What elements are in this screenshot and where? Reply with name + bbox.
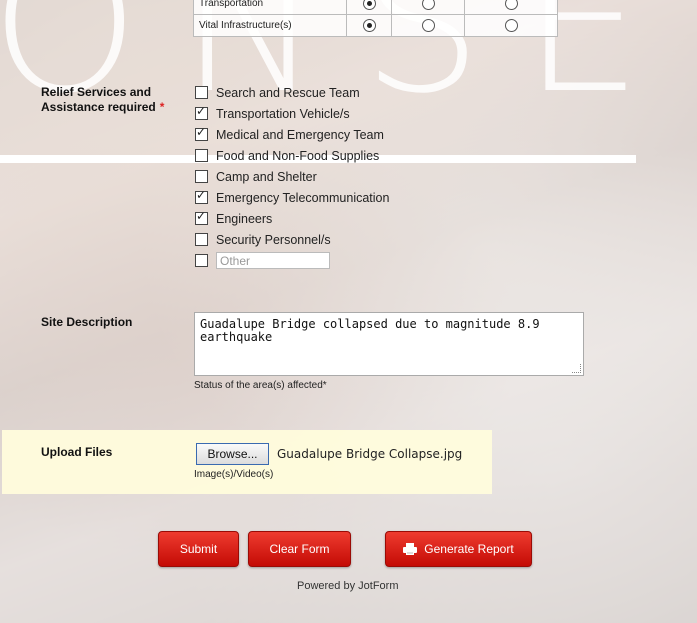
printer-icon bbox=[403, 543, 418, 555]
checkbox[interactable] bbox=[195, 233, 208, 246]
resize-grip-icon[interactable] bbox=[572, 364, 581, 373]
checkbox[interactable] bbox=[195, 170, 208, 183]
matrix-row-label: Transportation bbox=[193, 0, 347, 15]
powered-by-footer[interactable]: Powered by JotForm bbox=[297, 580, 398, 592]
site-description-sublabel: Status of the area(s) affected* bbox=[194, 380, 327, 391]
relief-checkbox-list: Search and Rescue Team Transportation Ve… bbox=[195, 82, 389, 271]
matrix-radio[interactable] bbox=[421, 19, 435, 32]
checkbox[interactable] bbox=[195, 149, 208, 162]
checkbox-item[interactable]: Search and Rescue Team bbox=[195, 82, 389, 103]
checkbox-item[interactable]: Engineers bbox=[195, 208, 389, 229]
relief-services-label: Relief Services and Assistance required * bbox=[41, 85, 165, 114]
matrix-row: Vital Infrastructure(s) bbox=[193, 14, 558, 37]
radio-matrix: Transportation Vital Infrastructure(s) bbox=[193, 0, 558, 37]
checkbox-item[interactable]: Camp and Shelter bbox=[195, 166, 389, 187]
checkbox-item[interactable]: Security Personnel/s bbox=[195, 229, 389, 250]
matrix-row: Transportation bbox=[193, 0, 558, 15]
required-mark: * bbox=[159, 100, 165, 114]
matrix-radio[interactable] bbox=[504, 0, 518, 10]
checkbox[interactable] bbox=[195, 104, 208, 120]
generate-report-button[interactable]: Generate Report bbox=[385, 531, 532, 567]
checkbox-item[interactable]: Food and Non-Food Supplies bbox=[195, 145, 389, 166]
checkbox-item[interactable]: Transportation Vehicle/s bbox=[195, 103, 389, 124]
selected-filename: Guadalupe Bridge Collapse.jpg bbox=[277, 447, 463, 461]
upload-sublabel: Image(s)/Video(s) bbox=[194, 469, 274, 480]
checkbox[interactable] bbox=[195, 209, 208, 225]
checkbox[interactable] bbox=[195, 125, 208, 141]
checkbox-item[interactable]: Medical and Emergency Team bbox=[195, 124, 389, 145]
submit-button[interactable]: Submit bbox=[158, 531, 239, 567]
clear-form-button[interactable]: Clear Form bbox=[248, 531, 351, 567]
matrix-radio[interactable] bbox=[362, 19, 376, 32]
checkbox-item-other[interactable]: Other bbox=[195, 250, 389, 271]
upload-files-label: Upload Files bbox=[41, 445, 113, 459]
matrix-row-label: Vital Infrastructure(s) bbox=[193, 14, 347, 37]
checkbox[interactable] bbox=[195, 86, 208, 99]
browse-button[interactable]: Browse... bbox=[196, 443, 269, 465]
matrix-radio[interactable] bbox=[504, 19, 518, 32]
checkbox[interactable] bbox=[195, 254, 208, 267]
checkbox[interactable] bbox=[195, 188, 208, 204]
matrix-radio[interactable] bbox=[421, 0, 435, 10]
site-description-label: Site Description bbox=[41, 315, 133, 329]
matrix-radio[interactable] bbox=[362, 0, 376, 10]
other-input[interactable]: Other bbox=[216, 252, 330, 269]
checkbox-item[interactable]: Emergency Telecommunication bbox=[195, 187, 389, 208]
site-description-textarea[interactable]: Guadalupe Bridge collapsed due to magnit… bbox=[194, 312, 584, 376]
